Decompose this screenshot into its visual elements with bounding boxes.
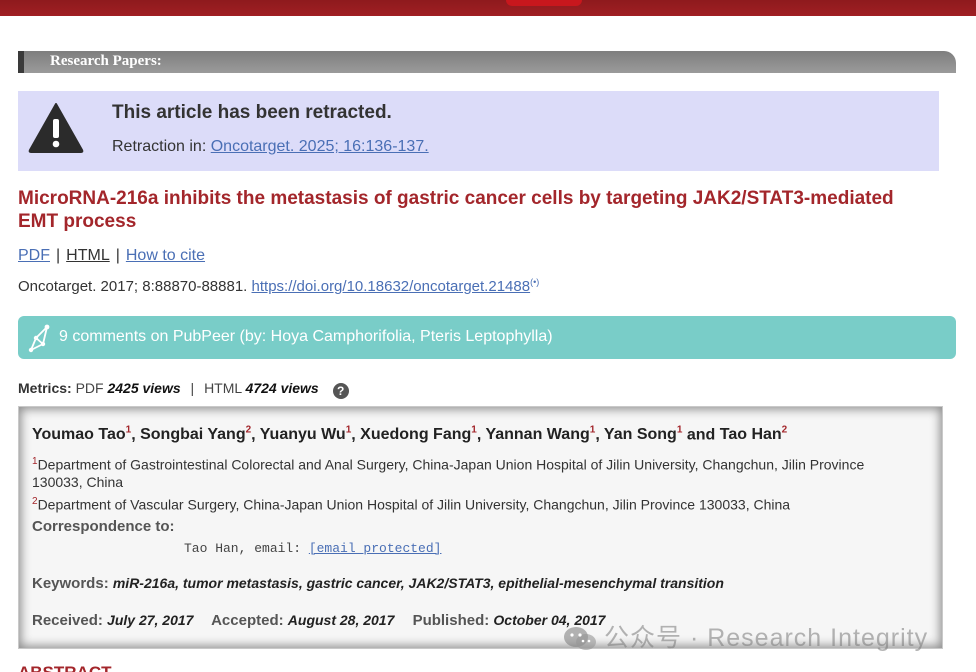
metrics-html-views: 4724 views [245,380,319,396]
author-list: Youmao Tao1, Songbai Yang2, Yuanyu Wu1, … [32,425,788,444]
author[interactable]: Songbai Yang2 [140,425,251,443]
metrics-pdf-label: PDF [75,380,104,396]
citation-line: Oncotarget. 2017; 8:88870-88881. https:/… [18,277,539,295]
top-banner [0,0,976,16]
retraction-title: This article has been retracted. [112,102,392,123]
abstract-heading: ABSTRACT [18,663,112,672]
pubpeer-banner[interactable]: 9 comments on PubPeer (by: Hoya Camphori… [18,316,956,359]
html-link[interactable]: HTML [66,247,110,264]
affiliation: 1Department of Gastrointestinal Colorect… [32,456,865,490]
pubpeer-comments-text: 9 comments on PubPeer (by: Hoya Camphori… [59,328,553,345]
section-title: Research Papers: [50,53,162,69]
accepted-date: August 28, 2017 [287,612,395,628]
author[interactable]: Xuedong Fang1 [360,425,477,443]
author[interactable]: Yannan Wang1 [485,425,595,443]
retraction-prefix: Retraction in: [112,138,211,155]
author[interactable]: Youmao Tao1 [32,425,131,443]
metrics-row: Metrics: PDF 2425 views | HTML 4724 view… [18,380,349,399]
banner-decoration [506,0,582,6]
affiliation: 2Department of Vascular Surgery, China-J… [32,496,791,513]
metrics-separator: | [190,380,195,396]
article-title: MicroRNA-216a inhibits the metastasis of… [18,188,894,232]
received-date: July 27, 2017 [107,612,194,628]
watermark-text: 公众号 · Research Integrity [604,624,929,652]
section-header: Research Papers: [18,51,956,73]
metrics-label: Metrics: [18,380,72,396]
doi-link[interactable]: https://doi.org/10.18632/oncotarget.2148… [252,278,531,295]
correspondence-label: Correspondence to: [32,518,175,535]
keywords: Keywords: miR-216a, tumor metastasis, ga… [32,575,724,592]
wechat-icon [564,627,596,651]
retraction-link[interactable]: Oncotarget. 2025; 16:136-137. [211,138,429,155]
altmetric-signal-icon[interactable]: (•) [530,277,539,287]
pdf-link[interactable]: PDF [18,247,50,264]
article-info-box: Youmao Tao1, Songbai Yang2, Yuanyu Wu1, … [18,406,943,649]
article-links: PDF | HTML | How to cite [18,247,205,265]
correspondence-line: Tao Han, email: [email protected] [184,541,442,556]
metrics-pdf-views: 2425 views [107,380,181,396]
help-icon[interactable]: ? [332,383,349,399]
link-separator: | [56,247,61,264]
author[interactable]: Tao Han2 [720,425,788,443]
author[interactable]: Yuanyu Wu1 [260,425,352,443]
warning-icon [28,103,84,153]
keywords-value: miR-216a, tumor metastasis, gastric canc… [112,575,724,591]
metrics-html-label: HTML [204,380,242,396]
pubpeer-icon [28,324,50,353]
link-separator: | [115,247,120,264]
watermark: 公众号 · Research Integrity [562,618,928,654]
email-link[interactable]: [email protected] [309,541,442,556]
keywords-label: Keywords: [32,575,109,592]
author[interactable]: Yan Song1 [604,425,682,443]
how-to-cite-link[interactable]: How to cite [126,247,205,264]
retraction-notice: This article has been retracted. Retract… [18,91,939,171]
citation-text: Oncotarget. 2017; 8:88870-88881. [18,278,252,295]
retraction-reference: Retraction in: Oncotarget. 2025; 16:136-… [112,138,429,156]
publication-dates: Received: July 27, 2017 Accepted: August… [32,612,606,629]
